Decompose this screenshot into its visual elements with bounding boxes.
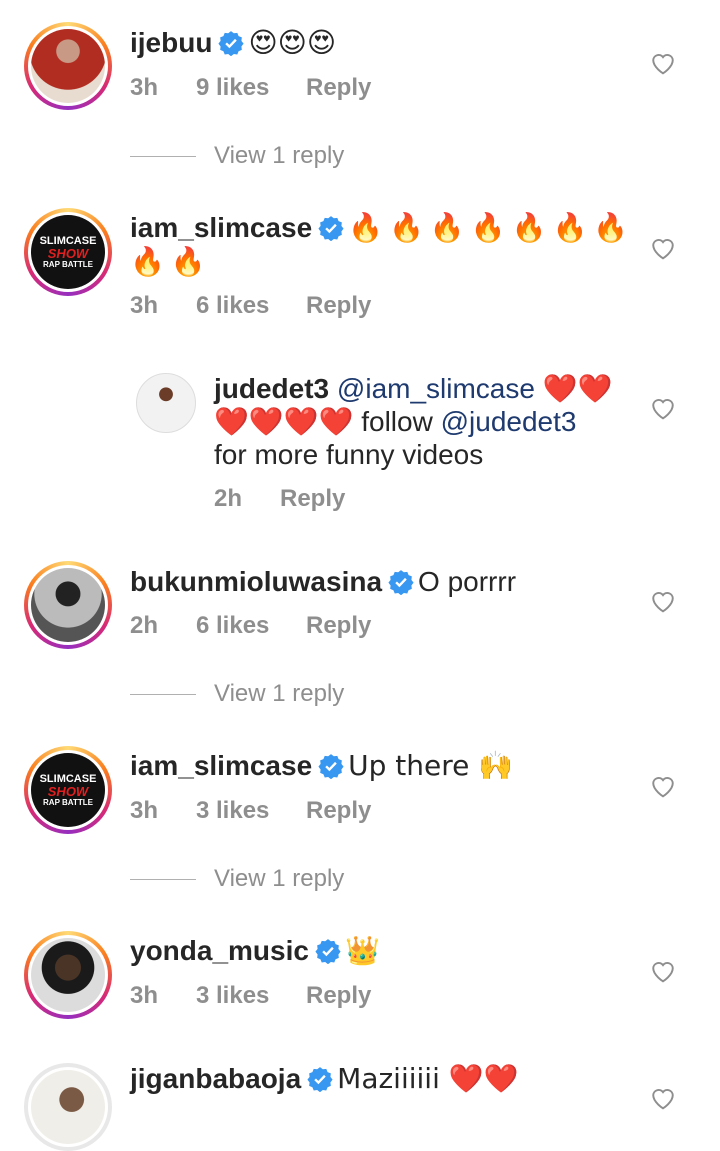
like-count[interactable]: 9 likes (196, 74, 306, 102)
avatar-frame[interactable] (24, 1063, 112, 1151)
verified-badge-icon (318, 754, 344, 779)
comment-text: 😍😍😍 (248, 26, 337, 59)
avatar-bukunmioluwasina (31, 568, 105, 642)
comment-time: 3h (130, 982, 159, 1009)
reply-button[interactable]: Reply (306, 292, 371, 320)
heart-outline-icon[interactable] (650, 51, 676, 75)
verified-badge-icon (218, 31, 245, 56)
heart-outline-icon[interactable] (650, 396, 676, 420)
comment-text: Up there 🙌 (348, 749, 514, 782)
heart-emoji: ❤️❤️ (542, 372, 613, 405)
avatar-slimcase: SLIMCASE SHOW RAP BATTLE (31, 753, 105, 827)
comment-text: Maziiiiii ❤️❤️ (337, 1062, 519, 1095)
comment-meta: 3h 3 likes Reply (130, 982, 371, 1010)
like-count[interactable]: 6 likes (196, 292, 306, 320)
view-replies-button[interactable]: View 1 reply (130, 865, 344, 893)
comment-time: 2h (130, 612, 159, 639)
story-avatar[interactable]: SLIMCASE SHOW RAP BATTLE (24, 208, 112, 296)
reply-button[interactable]: Reply (306, 612, 371, 640)
verified-badge-icon (307, 1067, 333, 1092)
story-avatar[interactable]: SLIMCASE SHOW RAP BATTLE (24, 746, 112, 834)
verified-badge-icon (388, 570, 414, 595)
username[interactable]: iam_slimcase (130, 750, 312, 781)
avatar-yonda-music (31, 938, 105, 1012)
story-avatar[interactable] (24, 561, 112, 649)
like-count[interactable]: 3 likes (196, 982, 306, 1010)
username[interactable]: bukunmioluwasina (130, 566, 382, 597)
mention-link[interactable]: @iam_slimcase (337, 373, 535, 404)
verified-badge-icon (318, 216, 344, 241)
comment-time: 3h (130, 797, 159, 824)
reply-button[interactable]: Reply (280, 485, 345, 513)
comment-meta: 2h Reply (214, 485, 345, 513)
username[interactable]: jiganbabaoja (130, 1063, 301, 1094)
divider-line (130, 155, 196, 157)
view-replies-label: View 1 reply (214, 680, 345, 707)
username[interactable]: ijebuu (130, 27, 212, 58)
comment-text: 👑 (344, 934, 380, 967)
comment-meta: 3h 3 likes Reply (130, 797, 371, 825)
avatar-judedet3[interactable] (136, 373, 196, 433)
view-replies-label: View 1 reply (214, 865, 345, 892)
story-avatar[interactable] (24, 931, 112, 1019)
heart-emoji: ❤️❤️❤️❤️ (214, 405, 354, 438)
username[interactable]: judedet3 (214, 373, 329, 404)
comment-time: 3h (130, 292, 159, 319)
comment-text: O porrrr (418, 566, 517, 597)
comment-time: 2h (214, 485, 243, 512)
comment-time: 3h (130, 74, 159, 101)
comment-meta: 2h 6 likes Reply (130, 612, 371, 640)
avatar-jiganbabaoja (31, 1070, 105, 1144)
verified-badge-icon (315, 939, 341, 964)
heart-outline-icon[interactable] (650, 236, 676, 260)
heart-outline-icon[interactable] (650, 774, 676, 798)
like-count[interactable]: 6 likes (196, 612, 306, 640)
username[interactable]: iam_slimcase (130, 212, 312, 243)
avatar-slimcase: SLIMCASE SHOW RAP BATTLE (31, 215, 105, 289)
divider-line (130, 693, 196, 695)
mention-link[interactable]: @judedet3 (441, 406, 577, 437)
view-replies-button[interactable]: View 1 reply (130, 142, 344, 170)
divider-line (130, 878, 196, 880)
reply-button[interactable]: Reply (306, 74, 371, 102)
username[interactable]: yonda_music (130, 935, 309, 966)
heart-outline-icon[interactable] (650, 589, 676, 613)
reply-text: for more funny videos (214, 439, 484, 470)
like-count[interactable]: 3 likes (196, 797, 306, 825)
view-replies-button[interactable]: View 1 reply (130, 680, 344, 708)
reply-text: follow (361, 406, 433, 437)
comment-meta: 3h 6 likes Reply (130, 292, 371, 320)
comment-meta: 3h 9 likes Reply (130, 74, 371, 102)
story-avatar[interactable] (24, 22, 112, 110)
view-replies-label: View 1 reply (214, 142, 345, 169)
heart-outline-icon[interactable] (650, 959, 676, 983)
reply-button[interactable]: Reply (306, 982, 371, 1010)
heart-outline-icon[interactable] (650, 1086, 676, 1110)
reply-button[interactable]: Reply (306, 797, 371, 825)
avatar-ijebuu (31, 29, 105, 103)
